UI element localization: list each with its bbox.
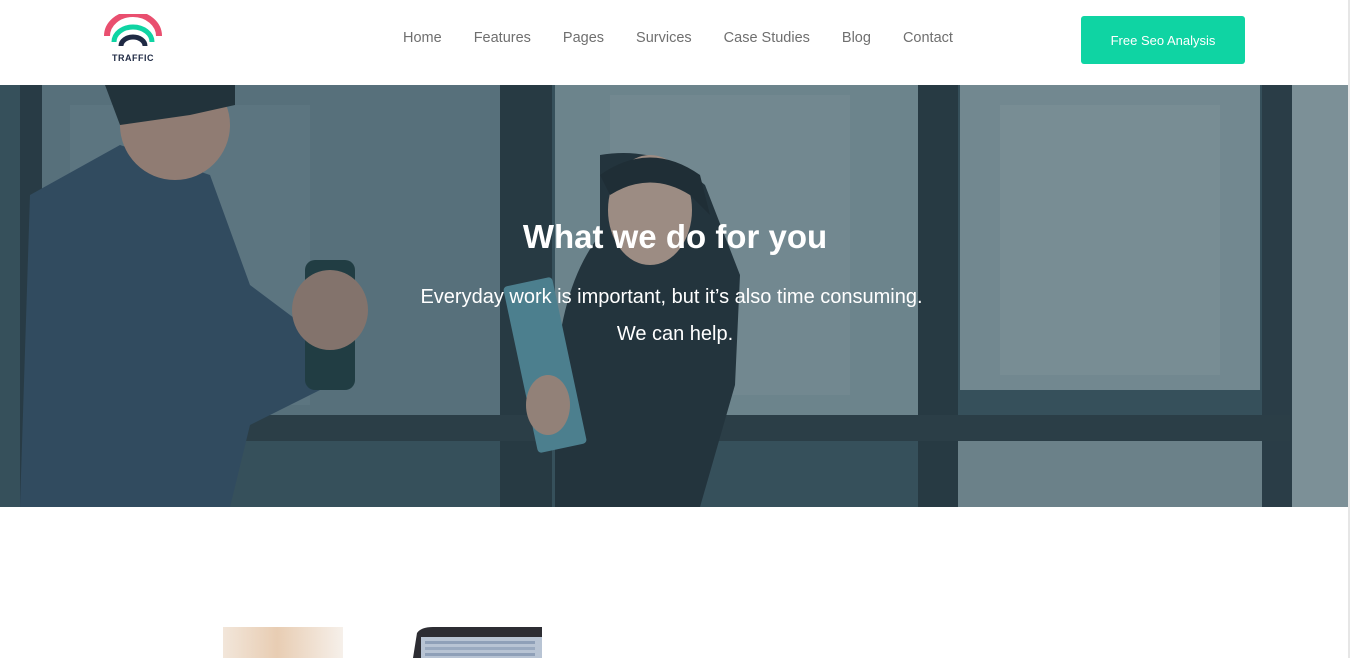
nav-home[interactable]: Home bbox=[387, 27, 458, 51]
nav-contact[interactable]: Contact bbox=[887, 27, 969, 51]
laptop-screen-image bbox=[413, 627, 542, 658]
feature-image-1 bbox=[223, 627, 343, 658]
nav-pages[interactable]: Pages bbox=[547, 27, 620, 51]
traffic-logo[interactable]: TRAFFIC bbox=[103, 11, 163, 66]
logo-text: TRAFFIC bbox=[112, 53, 154, 63]
nav-blog[interactable]: Blog bbox=[826, 27, 887, 51]
logo-arcs-icon bbox=[104, 11, 162, 47]
hero-subtitle-line-2: We can help. bbox=[616, 323, 734, 345]
nav-services[interactable]: Survices bbox=[620, 27, 708, 51]
feature-image-2 bbox=[413, 627, 542, 658]
nav-case-studies[interactable]: Case Studies bbox=[708, 27, 826, 51]
site-header: TRAFFIC Home Features Pages Survices Cas… bbox=[0, 0, 1350, 85]
main-nav: Home Features Pages Survices Case Studie… bbox=[387, 27, 969, 51]
hero-title: What we do for you bbox=[522, 218, 828, 255]
nav-features[interactable]: Features bbox=[458, 27, 547, 51]
free-seo-analysis-button[interactable]: Free Seo Analysis bbox=[1081, 16, 1245, 64]
hero-subtitle-line-1: Everyday work is important, but it’s als… bbox=[420, 286, 923, 308]
hero-section: What we do for you Everyday work is impo… bbox=[0, 85, 1350, 507]
